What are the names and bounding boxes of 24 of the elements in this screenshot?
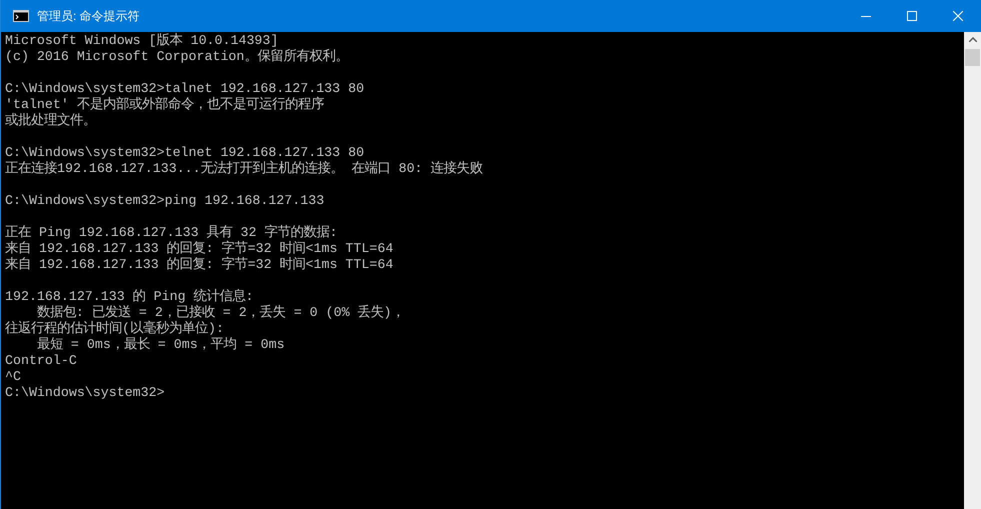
console-line: 来自 192.168.127.133 的回复: 字节=32 时间<1ms TTL=64 <box>5 257 394 273</box>
console-line: 192.168.127.133 的 Ping 统计信息: <box>5 289 255 304</box>
console-line: 'talnet' 不是内部或外部命令，也不是可运行的程序 <box>5 97 325 112</box>
console-icon <box>13 10 29 22</box>
console-line: 正在 Ping 192.168.127.133 具有 32 字节的数据: <box>5 225 338 240</box>
console-line: 或批处理文件。 <box>5 113 97 129</box>
console-line: (c) 2016 Microsoft Corporation。保留所有权利。 <box>5 49 350 65</box>
console-line: C:\Windows\system32>ping 192.168.127.133 <box>5 193 326 209</box>
console-line: 往返行程的估计时间(以毫秒为单位): <box>5 321 225 337</box>
scroll-up-icon[interactable] <box>968 37 976 42</box>
console-line: C:\Windows\system32>telnet 192.168.127.133 80 <box>5 145 366 160</box>
console-line: C:\Windows\system32> <box>5 385 166 401</box>
console-line: 数据包: 已发送 = 2，已接收 = 2，丢失 = 0 (0% 丢失)， <box>36 305 406 320</box>
console-line: ^C <box>5 369 22 385</box>
scroll-thumb[interactable] <box>965 49 980 66</box>
console-line: Microsoft Windows [版本 10.0.14393] <box>5 33 280 49</box>
console-line: 最短 = 0ms，最长 = 0ms，平均 = 0ms <box>36 337 286 353</box>
console-line: C:\Windows\system32>talnet 192.168.127.133 80 <box>5 81 366 96</box>
close-icon <box>953 11 963 21</box>
console-line: 正在连接192.168.127.133...无法打开到主机的连接。 在端口 80: 连接失败 <box>5 161 484 177</box>
console-line: 来自 192.168.127.133 的回复: 字节=32 时间<1ms TTL=64 <box>5 241 394 256</box>
window-title: 管理员: 命令提示符 <box>37 8 140 25</box>
maximize-icon <box>907 11 917 21</box>
console-line: Control-C <box>5 353 78 369</box>
